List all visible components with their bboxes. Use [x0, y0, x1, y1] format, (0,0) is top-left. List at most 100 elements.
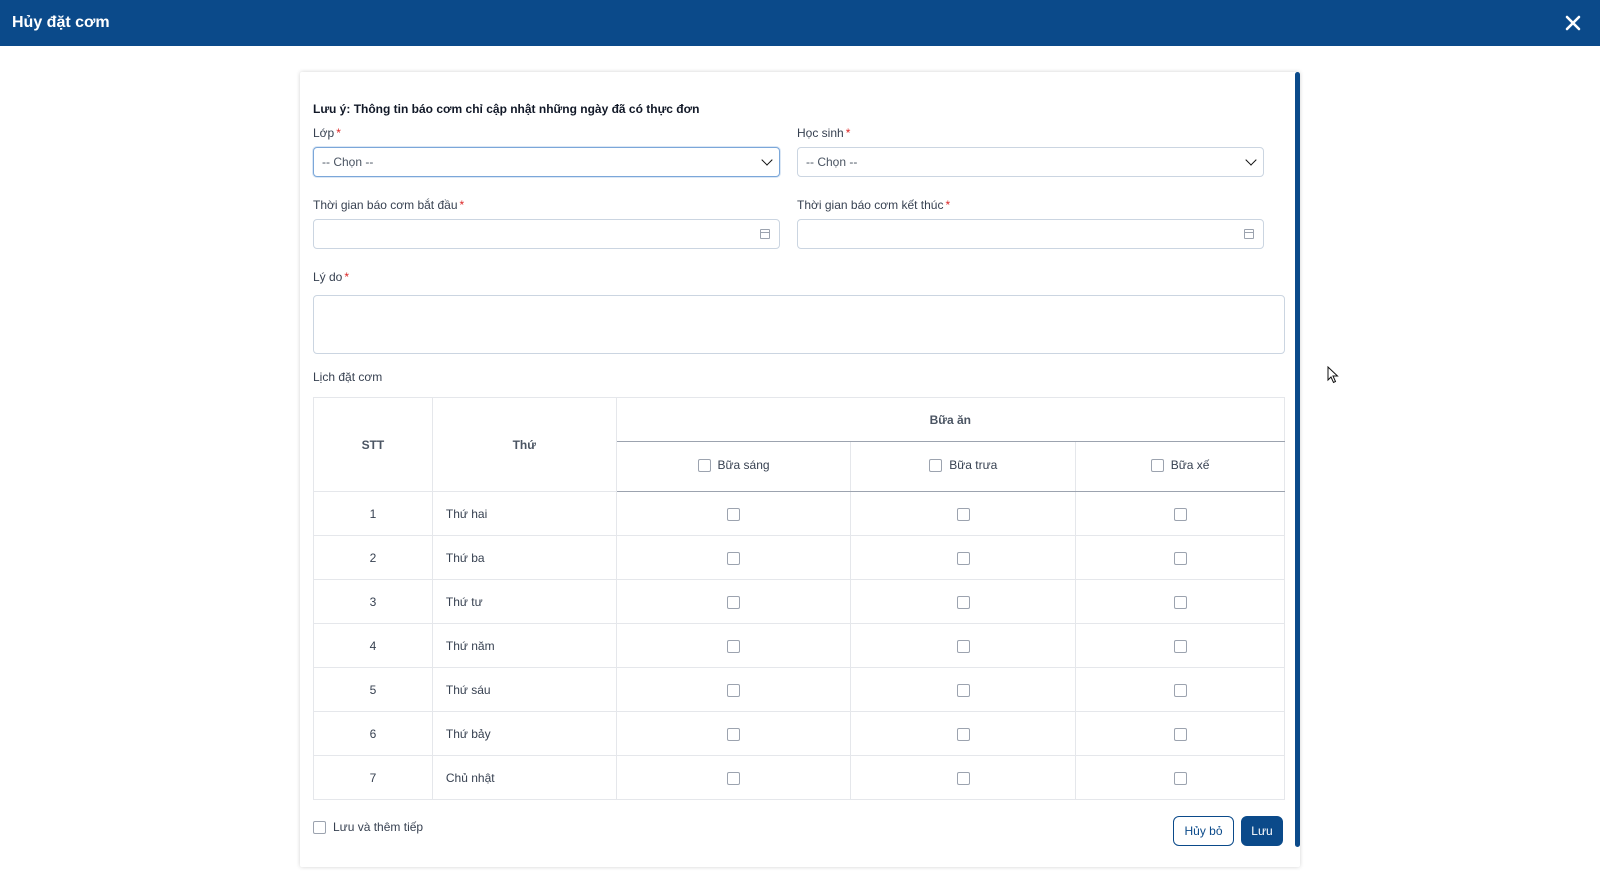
- required-mark: *: [459, 198, 465, 212]
- breakfast-cell: [615, 491, 852, 536]
- lunch-checkbox[interactable]: [956, 683, 970, 697]
- breakfast-checkbox[interactable]: [727, 683, 741, 697]
- column-header-day: Thứ: [431, 397, 617, 492]
- schedule-title: Lịch đặt cơm: [313, 370, 383, 384]
- save-and-add-checkbox[interactable]: [313, 820, 326, 834]
- day-cell: Thứ sáu: [431, 667, 617, 712]
- breakfast-cell: [615, 535, 852, 580]
- form-card: Lưu ý: Thông tin báo cơm chỉ cập nhật nh…: [300, 72, 1300, 867]
- snack-cell: [1075, 667, 1285, 712]
- stt-cell: 5: [313, 667, 433, 712]
- reason-textarea[interactable]: [313, 295, 1285, 354]
- cancel-button[interactable]: Hủy bỏ: [1173, 816, 1234, 846]
- reason-label-text: Lý do: [313, 270, 343, 284]
- meal-header-breakfast: Bữa sáng: [615, 441, 852, 492]
- lunch-cell: [850, 755, 1077, 800]
- breakfast-checkbox[interactable]: [727, 639, 741, 653]
- lunch-checkbox[interactable]: [956, 727, 970, 741]
- table-row: 7 Chủ nhật: [313, 755, 1285, 800]
- modal-title: Hủy đặt cơm: [12, 14, 110, 31]
- scrollbar[interactable]: [1295, 72, 1300, 847]
- start-date-label-text: Thời gian báo cơm bắt đầu: [313, 198, 458, 212]
- class-label-text: Lớp: [313, 126, 335, 140]
- snack-cell: [1075, 623, 1285, 668]
- stt-cell: 7: [313, 755, 433, 800]
- day-cell: Thứ ba: [431, 535, 617, 580]
- lunch-checkbox[interactable]: [956, 551, 970, 565]
- start-date-input[interactable]: [313, 219, 780, 249]
- breakfast-cell: [615, 755, 852, 800]
- required-mark: *: [845, 126, 851, 140]
- select-all-snack-checkbox[interactable]: [1150, 458, 1164, 472]
- select-all-lunch-checkbox[interactable]: [929, 458, 943, 472]
- save-and-add-option[interactable]: Lưu và thêm tiếp: [313, 820, 423, 834]
- breakfast-checkbox[interactable]: [727, 507, 741, 521]
- stt-cell: 6: [313, 711, 433, 756]
- stt-cell: 3: [313, 579, 433, 624]
- snack-checkbox[interactable]: [1173, 595, 1187, 609]
- calendar-icon[interactable]: [760, 229, 770, 239]
- lunch-checkbox[interactable]: [956, 771, 970, 785]
- lunch-checkbox[interactable]: [956, 595, 970, 609]
- lunch-cell: [850, 667, 1077, 712]
- column-header-stt: STT: [313, 397, 433, 492]
- breakfast-checkbox[interactable]: [727, 771, 741, 785]
- note-text: Lưu ý: Thông tin báo cơm chỉ cập nhật nh…: [313, 102, 700, 116]
- mouse-cursor-icon: [1327, 365, 1339, 389]
- lunch-cell: [850, 535, 1077, 580]
- lunch-cell: [850, 491, 1077, 536]
- snack-checkbox[interactable]: [1173, 507, 1187, 521]
- breakfast-checkbox[interactable]: [727, 595, 741, 609]
- stt-cell: 4: [313, 623, 433, 668]
- snack-cell: [1075, 579, 1285, 624]
- day-cell: Thứ bảy: [431, 711, 617, 756]
- breakfast-cell: [615, 623, 852, 668]
- column-header-meals: Bữa ăn: [615, 397, 1286, 442]
- table-row: 2 Thứ ba: [313, 535, 1285, 580]
- required-mark: *: [945, 198, 951, 212]
- student-select[interactable]: -- Chọn --: [797, 147, 1264, 177]
- class-select[interactable]: -- Chọn --: [313, 147, 780, 177]
- table-row: 4 Thứ năm: [313, 623, 1285, 668]
- breakfast-cell: [615, 711, 852, 756]
- modal-header: Hủy đặt cơm: [0, 0, 1600, 46]
- day-cell: Thứ tư: [431, 579, 617, 624]
- snack-checkbox[interactable]: [1173, 639, 1187, 653]
- day-cell: Thứ năm: [431, 623, 617, 668]
- table-row: 6 Thứ bảy: [313, 711, 1285, 756]
- lunch-checkbox[interactable]: [956, 507, 970, 521]
- meal-header-label: Bữa sáng: [717, 458, 770, 473]
- lunch-cell: [850, 711, 1077, 756]
- day-cell: Chủ nhật: [431, 755, 617, 800]
- snack-checkbox[interactable]: [1173, 727, 1187, 741]
- snack-checkbox[interactable]: [1173, 771, 1187, 785]
- select-all-breakfast-checkbox[interactable]: [697, 458, 711, 472]
- end-date-input[interactable]: [797, 219, 1264, 249]
- meal-header-label: Bữa trưa: [949, 458, 998, 473]
- schedule-table: STT Thứ Bữa ăn Bữa sáng Bữa trưa Bữa xế …: [313, 397, 1286, 800]
- snack-checkbox[interactable]: [1173, 683, 1187, 697]
- end-date-label: Thời gian báo cơm kết thúc *: [797, 198, 950, 212]
- student-label-text: Học sinh: [797, 126, 844, 140]
- stt-cell: 1: [313, 491, 433, 536]
- breakfast-checkbox[interactable]: [727, 551, 741, 565]
- snack-cell: [1075, 535, 1285, 580]
- save-and-add-label: Lưu và thêm tiếp: [333, 820, 424, 834]
- save-button[interactable]: Lưu: [1241, 816, 1283, 846]
- lunch-checkbox[interactable]: [956, 639, 970, 653]
- breakfast-cell: [615, 667, 852, 712]
- snack-cell: [1075, 491, 1285, 536]
- table-row: 3 Thứ tư: [313, 579, 1285, 624]
- calendar-icon[interactable]: [1244, 229, 1254, 239]
- snack-cell: [1075, 711, 1285, 756]
- snack-checkbox[interactable]: [1173, 551, 1187, 565]
- close-icon[interactable]: [1562, 12, 1584, 34]
- stt-cell: 2: [313, 535, 433, 580]
- meal-header-lunch: Bữa trưa: [850, 441, 1077, 492]
- breakfast-checkbox[interactable]: [727, 727, 741, 741]
- required-mark: *: [336, 126, 341, 140]
- meal-header-label: Bữa xế: [1170, 458, 1210, 473]
- snack-cell: [1075, 755, 1285, 800]
- lunch-cell: [850, 579, 1077, 624]
- class-label: Lớp *: [313, 126, 341, 140]
